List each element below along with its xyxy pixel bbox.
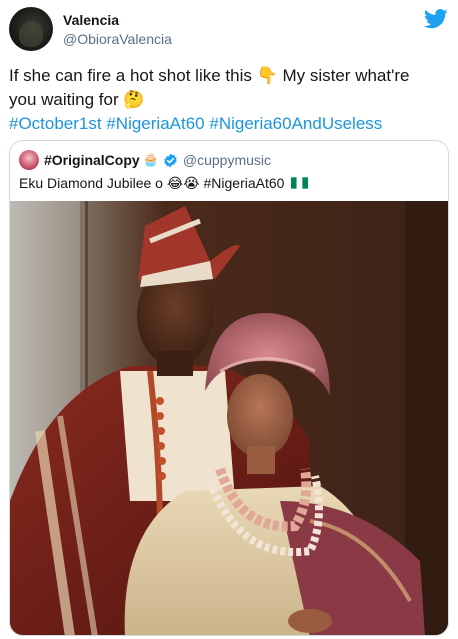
quoted-author-handle[interactable]: @cuppymusic — [183, 152, 271, 168]
quoted-tweet-header: #OriginalCopy 🧁 @cuppymusic — [19, 150, 271, 170]
hashtag-link[interactable]: #Nigeria60AndUseless — [209, 114, 382, 133]
twitter-bird-icon[interactable] — [424, 9, 448, 29]
cupcake-emoji-icon: 🧁 — [142, 152, 159, 168]
hashtag-link[interactable]: #NigeriaAt60 — [106, 114, 204, 133]
quoted-avatar[interactable] — [19, 150, 39, 170]
tweet-text-line-2: you waiting for 🤔 — [9, 90, 145, 110]
quoted-tweet[interactable]: #OriginalCopy 🧁 @cuppymusic Eku Diamond … — [9, 140, 449, 636]
author-name[interactable]: Valencia — [63, 12, 119, 28]
hashtag-line: #October1st #NigeriaAt60 #Nigeria60AndUs… — [9, 112, 449, 135]
thinking-face-emoji-icon: 🤔 — [123, 90, 145, 110]
tweet-card: Valencia @ObioraValencia If she can fire… — [0, 0, 458, 639]
laughing-crying-emoji-icon: 😂😭 — [166, 176, 200, 192]
quoted-photo[interactable] — [10, 201, 448, 635]
verified-badge-icon — [164, 153, 177, 167]
tweet-text: If she can fire a hot shot like this 👇 M… — [9, 64, 449, 135]
nigeria-flag-icon — [291, 177, 309, 189]
quoted-hashtag[interactable]: #NigeriaAt60 — [203, 175, 284, 191]
hashtag-link[interactable]: #October1st — [9, 114, 102, 133]
quoted-author-name[interactable]: #OriginalCopy — [44, 152, 140, 168]
tweet-text-line-1: If she can fire a hot shot like this 👇 M… — [9, 66, 410, 86]
profile-avatar[interactable] — [9, 7, 53, 51]
pointing-down-emoji-icon: 👇 — [256, 66, 278, 86]
couple-portrait-image — [10, 201, 448, 635]
author-handle[interactable]: @ObioraValencia — [63, 31, 172, 47]
quoted-tweet-text: Eku Diamond Jubilee o 😂😭 #NigeriaAt60 — [19, 175, 309, 192]
